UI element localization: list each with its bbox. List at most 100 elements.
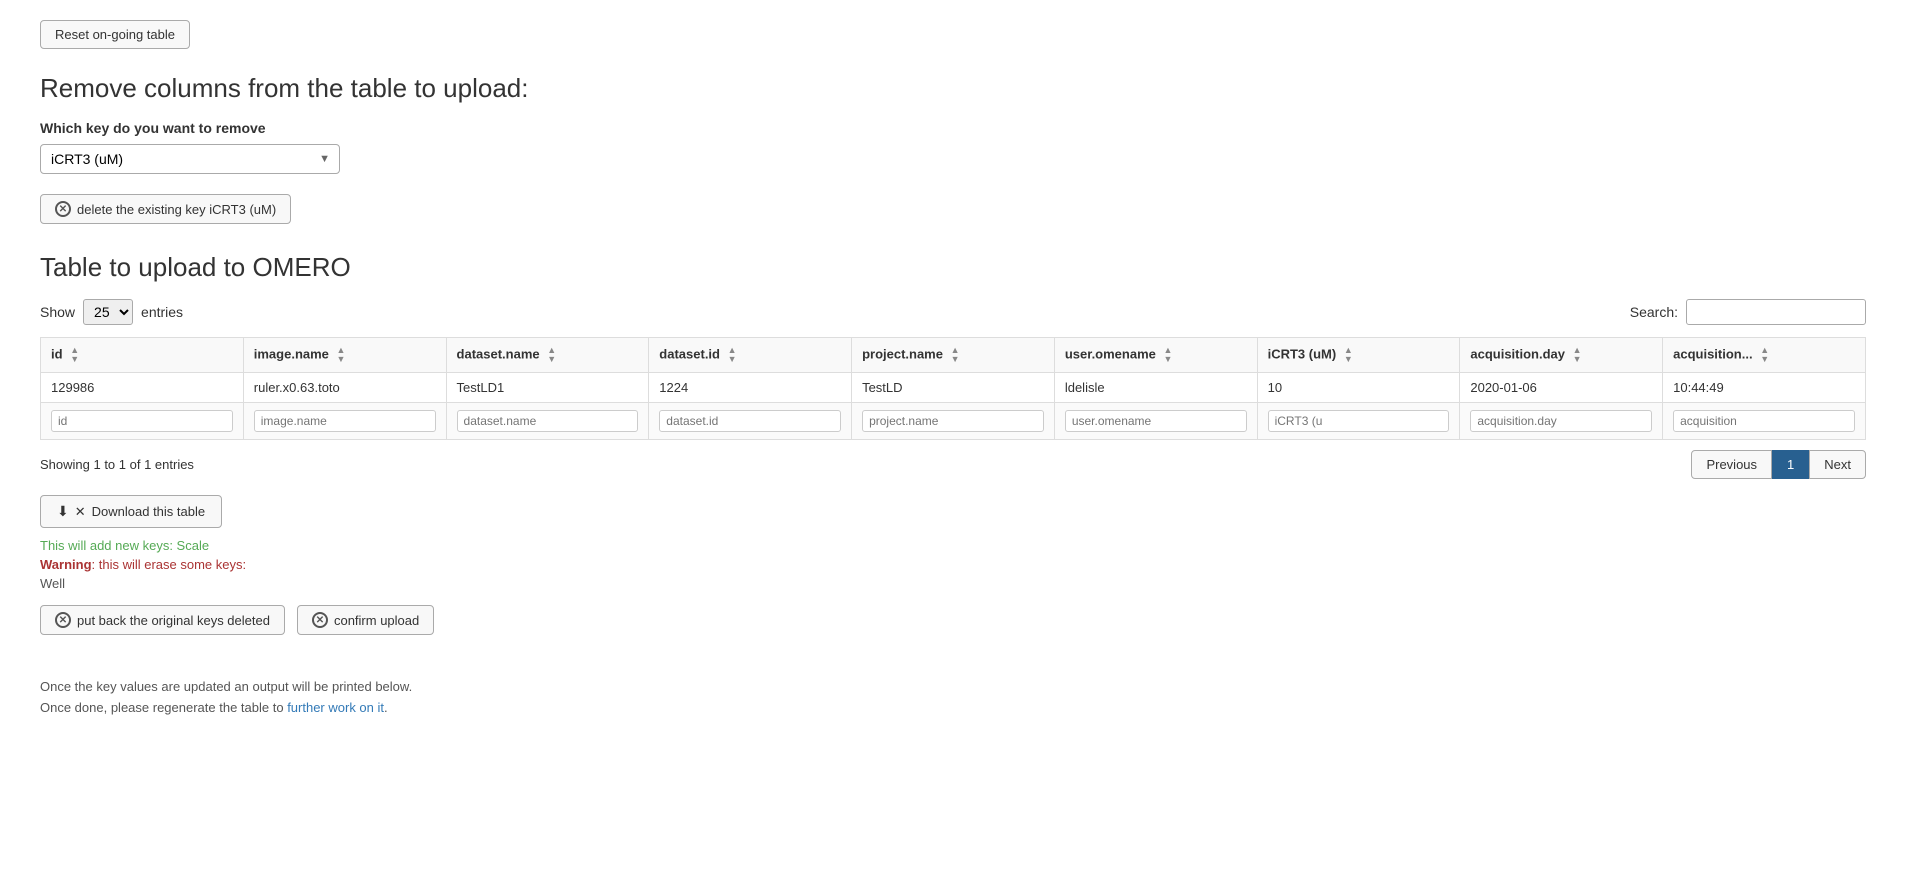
col-image-name[interactable]: image.name ▲▼ [243, 338, 446, 373]
key-dropdown-wrapper: iCRT3 (uM) [40, 144, 340, 174]
once-updated-text: Once the key values are updated an outpu… [40, 679, 1866, 694]
put-back-button[interactable]: ✕ put back the original keys deleted [40, 605, 285, 635]
col-acquisition-day[interactable]: acquisition.day ▲▼ [1460, 338, 1663, 373]
once-done-suffix: . [384, 700, 388, 715]
col-dataset-name-label: dataset.name [457, 346, 540, 361]
showing-text: Showing 1 to 1 of 1 entries [40, 457, 194, 472]
confirm-label: confirm upload [334, 613, 419, 628]
filter-user-omename-cell [1054, 403, 1257, 440]
warning-label: Warning [40, 557, 92, 572]
col-dataset-id[interactable]: dataset.id ▲▼ [649, 338, 852, 373]
cell-user-omename: ldelisle [1054, 373, 1257, 403]
col-icrt3[interactable]: iCRT3 (uM) ▲▼ [1257, 338, 1460, 373]
filter-acquisition-day-input[interactable] [1470, 410, 1652, 432]
table-footer: Showing 1 to 1 of 1 entries Previous 1 N… [40, 450, 1866, 479]
delete-icon: ✕ [55, 201, 71, 217]
show-entries-select[interactable]: 25 [83, 299, 133, 325]
remove-columns-heading: Remove columns from the table to upload: [40, 73, 1866, 104]
filter-acquisition-day-cell [1460, 403, 1663, 440]
reset-table-button[interactable]: Reset on-going table [40, 20, 190, 49]
filter-id-input[interactable] [51, 410, 233, 432]
show-label: Show [40, 304, 75, 320]
col-project-name[interactable]: project.name ▲▼ [852, 338, 1055, 373]
filter-acquisition-time-cell [1663, 403, 1866, 440]
filter-dataset-id-cell [649, 403, 852, 440]
cell-id: 129986 [41, 373, 244, 403]
delete-key-label: delete the existing key iCRT3 (uM) [77, 202, 276, 217]
once-done-prefix: Once done, please regenerate the table t… [40, 700, 287, 715]
sort-project-name[interactable]: ▲▼ [951, 346, 960, 364]
cell-acquisition-time: 10:44:49 [1663, 373, 1866, 403]
filter-project-name-input[interactable] [862, 410, 1044, 432]
cell-acquisition-day: 2020-01-06 [1460, 373, 1663, 403]
once-done-link[interactable]: further work on it [287, 700, 384, 715]
sort-icrt3[interactable]: ▲▼ [1344, 346, 1353, 364]
table-header-row: id ▲▼ image.name ▲▼ dataset.name ▲▼ data… [41, 338, 1866, 373]
sort-user-omename[interactable]: ▲▼ [1164, 346, 1173, 364]
col-id-label: id [51, 346, 63, 361]
show-entries-control: Show 25 entries [40, 299, 183, 325]
data-table: id ▲▼ image.name ▲▼ dataset.name ▲▼ data… [40, 337, 1866, 440]
filter-dataset-name-input[interactable] [457, 410, 639, 432]
filter-image-name-cell [243, 403, 446, 440]
download-icon: ⬇ [57, 503, 69, 520]
filter-icrt3-input[interactable] [1268, 410, 1450, 432]
col-id[interactable]: id ▲▼ [41, 338, 244, 373]
cell-dataset-id: 1224 [649, 373, 852, 403]
sort-image-name[interactable]: ▲▼ [337, 346, 346, 364]
previous-button[interactable]: Previous [1691, 450, 1772, 479]
filter-user-omename-input[interactable] [1065, 410, 1247, 432]
filter-row [41, 403, 1866, 440]
cell-project-name: TestLD [852, 373, 1055, 403]
search-label: Search: [1630, 304, 1678, 320]
sort-dataset-id[interactable]: ▲▼ [728, 346, 737, 364]
delete-key-button[interactable]: ✕ delete the existing key iCRT3 (uM) [40, 194, 291, 224]
search-input[interactable] [1686, 299, 1866, 325]
filter-dataset-id-input[interactable] [659, 410, 841, 432]
col-dataset-name[interactable]: dataset.name ▲▼ [446, 338, 649, 373]
col-user-omename[interactable]: user.omename ▲▼ [1054, 338, 1257, 373]
col-image-name-label: image.name [254, 346, 329, 361]
warning-text: Warning: this will erase some keys: [40, 557, 1866, 572]
filter-id-cell [41, 403, 244, 440]
confirm-icon: ✕ [312, 612, 328, 628]
cell-dataset-name: TestLD1 [446, 373, 649, 403]
sort-dataset-name[interactable]: ▲▼ [547, 346, 556, 364]
filter-image-name-input[interactable] [254, 410, 436, 432]
sort-acquisition-day[interactable]: ▲▼ [1573, 346, 1582, 364]
new-keys-text: This will add new keys: Scale [40, 538, 1866, 553]
warning-rest: : this will erase some keys: [92, 557, 247, 572]
upload-section-heading: Table to upload to OMERO [40, 252, 1866, 283]
pagination: Previous 1 Next [1691, 450, 1866, 479]
table-row: 129986 ruler.x0.63.toto TestLD1 1224 Tes… [41, 373, 1866, 403]
download-circle-icon: ✕ [75, 504, 86, 520]
search-box: Search: [1630, 299, 1866, 325]
col-project-name-label: project.name [862, 346, 943, 361]
col-acquisition-time[interactable]: acquisition... ▲▼ [1663, 338, 1866, 373]
download-label: Download this table [92, 504, 205, 519]
entries-label: entries [141, 304, 183, 320]
filter-acquisition-time-input[interactable] [1673, 410, 1855, 432]
sort-acquisition-time[interactable]: ▲▼ [1760, 346, 1769, 364]
well-text: Well [40, 576, 1866, 591]
col-icrt3-label: iCRT3 (uM) [1268, 346, 1337, 361]
key-remove-label: Which key do you want to remove [40, 120, 1866, 136]
filter-dataset-name-cell [446, 403, 649, 440]
put-back-label: put back the original keys deleted [77, 613, 270, 628]
col-acquisition-time-label: acquisition... [1673, 346, 1752, 361]
sort-id[interactable]: ▲▼ [70, 346, 79, 364]
filter-project-name-cell [852, 403, 1055, 440]
table-controls: Show 25 entries Search: [40, 299, 1866, 325]
download-table-button[interactable]: ⬇ ✕ Download this table [40, 495, 222, 528]
once-done-text: Once done, please regenerate the table t… [40, 700, 1866, 715]
cell-image-name: ruler.x0.63.toto [243, 373, 446, 403]
col-dataset-id-label: dataset.id [659, 346, 720, 361]
confirm-upload-button[interactable]: ✕ confirm upload [297, 605, 434, 635]
cell-icrt3: 10 [1257, 373, 1460, 403]
page-1-button[interactable]: 1 [1772, 450, 1809, 479]
put-back-icon: ✕ [55, 612, 71, 628]
next-button[interactable]: Next [1809, 450, 1866, 479]
col-user-omename-label: user.omename [1065, 346, 1156, 361]
key-select[interactable]: iCRT3 (uM) [40, 144, 340, 174]
col-acquisition-day-label: acquisition.day [1470, 346, 1565, 361]
